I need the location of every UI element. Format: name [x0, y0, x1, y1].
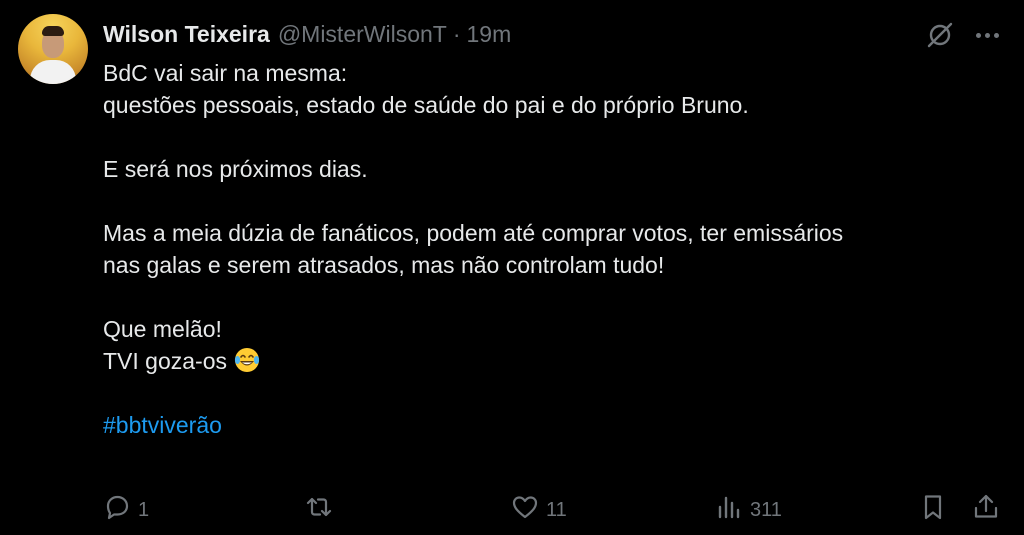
avatar-shirt	[30, 60, 76, 84]
hashtag-link[interactable]: #bbtviverão	[103, 412, 222, 438]
tweet-hashtag-line: #bbtviverão	[103, 409, 1003, 441]
tweet-actions-bar: 1 11 311	[0, 490, 1024, 530]
reply-button[interactable]: 1	[102, 490, 149, 530]
tweet-text-line: questões pessoais, estado de saúde do pa…	[103, 92, 749, 118]
tweet-text-gap	[103, 185, 1003, 217]
tweet-text-line-with-emoji: TVI goza-os	[103, 345, 1003, 377]
more-icon[interactable]	[972, 22, 1002, 48]
bookmark-button[interactable]	[918, 490, 948, 530]
tweet-text-line: BdC vai sair na mesma:	[103, 60, 348, 86]
tweet-header: Wilson Teixeira @MisterWilsonT · 19m	[103, 18, 511, 50]
more-dot	[984, 32, 990, 38]
author-display-name[interactable]: Wilson Teixeira	[103, 21, 270, 48]
tweet-text-line: TVI goza-os	[103, 348, 227, 374]
tears-of-joy-emoji	[233, 346, 261, 374]
views-icon	[714, 492, 744, 528]
tweet[interactable]: Wilson Teixeira @MisterWilsonT · 19m BdC…	[0, 0, 1024, 535]
avatar-hair	[42, 26, 64, 36]
tweet-text: BdC vai sair na mesma: questões pessoais…	[103, 57, 1003, 441]
tweet-text-gap	[103, 121, 1003, 153]
tweet-timestamp[interactable]: 19m	[467, 21, 512, 48]
tweet-text-line: Mas a meia dúzia de fanáticos, podem até…	[103, 220, 844, 246]
tweet-text-gap	[103, 377, 1003, 409]
tweet-text-gap	[103, 281, 1003, 313]
avatar[interactable]	[18, 14, 88, 84]
views-count: 311	[750, 498, 782, 521]
tweet-text-line: Que melão!	[103, 316, 222, 342]
heart-icon	[510, 492, 540, 528]
tweet-text-line: E será nos próximos dias.	[103, 156, 368, 182]
like-button[interactable]: 11	[510, 490, 567, 530]
tweet-text-line: nas galas e serem atrasados, mas não con…	[103, 252, 665, 278]
reply-count: 1	[138, 498, 150, 521]
grok-icon[interactable]	[925, 20, 955, 50]
views-button[interactable]: 311	[714, 490, 782, 530]
bookmark-icon	[918, 492, 948, 528]
share-icon	[971, 492, 1001, 528]
more-dot	[993, 32, 999, 38]
retweet-button[interactable]	[304, 490, 340, 530]
share-button[interactable]	[971, 490, 1001, 530]
header-separator: ·	[452, 20, 461, 47]
more-dot	[975, 32, 981, 38]
retweet-icon	[304, 492, 334, 528]
reply-icon	[102, 492, 132, 528]
author-handle[interactable]: @MisterWilsonT	[278, 21, 447, 48]
like-count: 11	[546, 498, 567, 521]
